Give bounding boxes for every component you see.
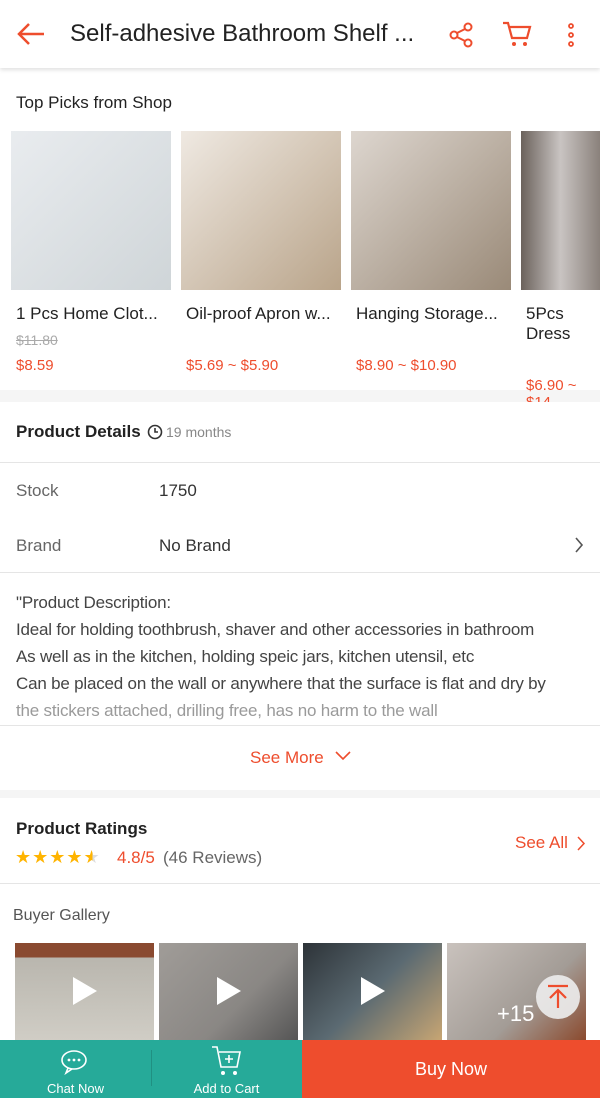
product-description: "Product Description: Ideal for holding t…	[16, 593, 546, 720]
more-vertical-icon[interactable]	[566, 22, 576, 48]
product-image	[521, 131, 600, 290]
product-image	[11, 131, 171, 290]
share-icon[interactable]	[449, 22, 473, 48]
arrow-left-icon[interactable]	[16, 22, 46, 46]
brand-label: Brand	[16, 536, 62, 555]
product-name: 5Pcs Dress	[526, 304, 571, 343]
page-title: Self-adhesive Bathroom Shelf ...	[70, 20, 415, 47]
add-cart-icon	[212, 1046, 241, 1075]
product-name: Hanging Storage...	[356, 304, 498, 323]
product-price: $8.90 ~ $10.90	[356, 357, 457, 374]
stock-label: Stock	[16, 481, 59, 500]
gallery-video[interactable]	[303, 943, 442, 1040]
chevron-down-icon	[335, 751, 351, 761]
product-card[interactable]: 5Pcs Dress $6.90 ~ $14	[521, 131, 600, 411]
top-bar: Self-adhesive Bathroom Shelf ...	[0, 0, 600, 68]
buy-now-button[interactable]: Buy Now	[302, 1040, 600, 1098]
section-title: Top Picks from Shop	[16, 93, 172, 112]
original-price	[181, 332, 341, 349]
product-name: 1 Pcs Home Clot...	[16, 304, 158, 323]
original-price: $11.80	[16, 332, 58, 348]
chevron-right-icon	[577, 836, 586, 851]
see-more-button[interactable]: See More	[0, 726, 600, 790]
see-all-link[interactable]: See All	[515, 833, 590, 855]
see-more-label: See More	[250, 748, 324, 767]
product-image	[181, 131, 341, 290]
rating-score: 4.8/5	[117, 848, 155, 867]
gallery-video[interactable]	[159, 943, 298, 1040]
original-price	[351, 332, 511, 349]
add-to-cart-label: Add to Cart	[193, 1081, 260, 1096]
play-icon	[73, 977, 97, 1005]
clock-icon	[147, 424, 163, 440]
brand-row[interactable]: Brand No Brand	[0, 520, 600, 572]
bottom-action-bar: Chat Now Add to Cart	[0, 1040, 302, 1098]
cart-icon[interactable]	[502, 20, 532, 48]
see-all-label: See All	[515, 833, 568, 852]
top-picks-section: Top Picks from Shop 1 Pcs Home Clot... $…	[0, 68, 600, 411]
section-title: Product Details	[16, 422, 141, 441]
review-count: (46 Reviews)	[163, 848, 263, 867]
chat-now-button[interactable]: Chat Now	[0, 1040, 151, 1098]
product-image	[351, 131, 511, 290]
product-card[interactable]: Hanging Storage... $8.90 ~ $10.90	[351, 131, 511, 374]
listing-age: 19 months	[166, 424, 232, 440]
product-price: $5.69 ~ $5.90	[186, 357, 279, 374]
arrow-up-icon	[548, 984, 568, 1008]
play-icon	[217, 977, 241, 1005]
star-rating: ★★★★★	[15, 847, 101, 867]
more-count: +15	[497, 1001, 535, 1026]
gallery-video[interactable]	[15, 943, 154, 1040]
product-name: Oil-proof Apron w...	[186, 304, 331, 323]
original-price	[521, 352, 600, 369]
section-title: Product Ratings	[16, 819, 148, 838]
buyer-gallery-title: Buyer Gallery	[13, 907, 110, 924]
play-icon	[361, 977, 385, 1005]
chat-icon	[61, 1050, 87, 1076]
stock-value: 1750	[159, 481, 197, 500]
chat-now-label: Chat Now	[46, 1081, 105, 1096]
chevron-right-icon	[575, 537, 584, 553]
product-price: $8.59	[16, 357, 54, 374]
product-card[interactable]: Oil-proof Apron w... $5.69 ~ $5.90	[181, 131, 341, 374]
add-to-cart-button[interactable]: Add to Cart	[151, 1040, 302, 1098]
scroll-to-top-button[interactable]	[536, 975, 580, 1019]
buy-now-label: Buy Now	[414, 1059, 488, 1079]
product-card[interactable]: 1 Pcs Home Clot... $11.80 $8.59	[11, 131, 171, 374]
brand-value: No Brand	[159, 536, 231, 555]
